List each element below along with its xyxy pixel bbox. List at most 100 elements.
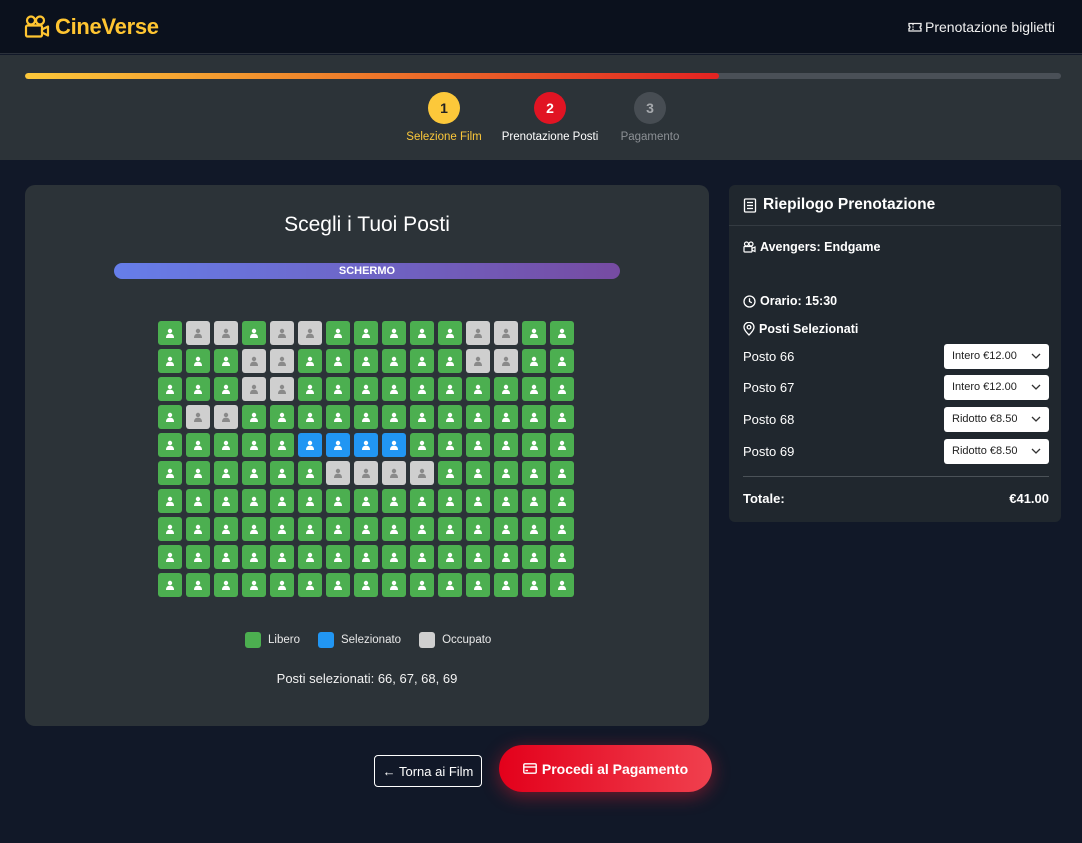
seat-free[interactable] [410, 321, 434, 345]
seat-free[interactable] [158, 377, 182, 401]
brand-logo[interactable]: CineVerse [24, 14, 159, 40]
seat-free[interactable] [494, 517, 518, 541]
seat-free[interactable] [438, 517, 462, 541]
seat-selected[interactable] [382, 433, 406, 457]
seat-free[interactable] [326, 349, 350, 373]
seat-free[interactable] [186, 349, 210, 373]
seat-free[interactable] [214, 517, 238, 541]
seat-free[interactable] [410, 573, 434, 597]
seat-free[interactable] [382, 573, 406, 597]
seat-free[interactable] [438, 433, 462, 457]
seat-free[interactable] [270, 545, 294, 569]
seat-free[interactable] [298, 573, 322, 597]
seat-free[interactable] [494, 573, 518, 597]
seat-free[interactable] [214, 377, 238, 401]
seat-free[interactable] [214, 461, 238, 485]
seat-free[interactable] [438, 573, 462, 597]
seat-free[interactable] [242, 545, 266, 569]
seat-free[interactable] [410, 405, 434, 429]
seat-free[interactable] [186, 489, 210, 513]
seat-free[interactable] [214, 433, 238, 457]
seat-free[interactable] [158, 433, 182, 457]
seat-free[interactable] [494, 489, 518, 513]
seat-free[interactable] [382, 349, 406, 373]
seat-free[interactable] [298, 461, 322, 485]
seat-free[interactable] [298, 517, 322, 541]
seat-free[interactable] [382, 489, 406, 513]
seat-free[interactable] [466, 433, 490, 457]
seat-free[interactable] [242, 489, 266, 513]
seat-free[interactable] [522, 349, 546, 373]
seat-free[interactable] [382, 321, 406, 345]
seat-free[interactable] [494, 545, 518, 569]
seat-free[interactable] [270, 517, 294, 541]
ticket-type-select[interactable]: Intero €12.00 [944, 343, 1049, 369]
seat-free[interactable] [494, 433, 518, 457]
seat-free[interactable] [410, 489, 434, 513]
seat-free[interactable] [326, 489, 350, 513]
seat-free[interactable] [354, 377, 378, 401]
seat-free[interactable] [270, 489, 294, 513]
seat-free[interactable] [466, 461, 490, 485]
seat-free[interactable] [326, 321, 350, 345]
seat-free[interactable] [410, 377, 434, 401]
seat-free[interactable] [466, 489, 490, 513]
seat-free[interactable] [242, 405, 266, 429]
seat-free[interactable] [522, 573, 546, 597]
ticket-type-select[interactable]: Intero €12.00 [944, 374, 1049, 400]
seat-free[interactable] [522, 517, 546, 541]
seat-free[interactable] [466, 377, 490, 401]
seat-free[interactable] [550, 433, 574, 457]
seat-free[interactable] [158, 321, 182, 345]
seat-free[interactable] [550, 573, 574, 597]
seat-free[interactable] [410, 545, 434, 569]
seat-free[interactable] [438, 545, 462, 569]
seat-free[interactable] [270, 573, 294, 597]
seat-free[interactable] [270, 433, 294, 457]
seat-free[interactable] [326, 405, 350, 429]
seat-free[interactable] [186, 517, 210, 541]
seat-free[interactable] [298, 489, 322, 513]
seat-free[interactable] [522, 433, 546, 457]
seat-free[interactable] [382, 405, 406, 429]
ticket-type-select[interactable]: Ridotto €8.50 [944, 438, 1049, 464]
seat-free[interactable] [214, 545, 238, 569]
seat-free[interactable] [438, 461, 462, 485]
seat-free[interactable] [438, 489, 462, 513]
seat-free[interactable] [242, 321, 266, 345]
seat-free[interactable] [354, 517, 378, 541]
seat-free[interactable] [242, 573, 266, 597]
seat-free[interactable] [270, 405, 294, 429]
seat-free[interactable] [214, 349, 238, 373]
seat-free[interactable] [494, 405, 518, 429]
seat-free[interactable] [438, 377, 462, 401]
seat-free[interactable] [466, 405, 490, 429]
seat-free[interactable] [382, 377, 406, 401]
seat-free[interactable] [466, 573, 490, 597]
seat-free[interactable] [494, 377, 518, 401]
seat-free[interactable] [158, 517, 182, 541]
seat-free[interactable] [382, 517, 406, 541]
seat-free[interactable] [438, 349, 462, 373]
seat-free[interactable] [354, 405, 378, 429]
seat-selected[interactable] [354, 433, 378, 457]
seat-free[interactable] [186, 377, 210, 401]
seat-free[interactable] [158, 545, 182, 569]
seat-free[interactable] [522, 405, 546, 429]
seat-free[interactable] [494, 461, 518, 485]
seat-free[interactable] [326, 573, 350, 597]
seat-free[interactable] [550, 517, 574, 541]
seat-free[interactable] [270, 461, 294, 485]
back-to-films-button[interactable]: ← Torna ai Film [374, 755, 482, 787]
seat-free[interactable] [522, 545, 546, 569]
seat-free[interactable] [186, 573, 210, 597]
seat-free[interactable] [158, 489, 182, 513]
seat-free[interactable] [158, 573, 182, 597]
seat-free[interactable] [326, 517, 350, 541]
seat-free[interactable] [522, 377, 546, 401]
seat-free[interactable] [466, 545, 490, 569]
seat-free[interactable] [410, 349, 434, 373]
seat-free[interactable] [550, 349, 574, 373]
seat-free[interactable] [466, 517, 490, 541]
proceed-to-payment-button[interactable]: Procedi al Pagamento [499, 745, 712, 792]
